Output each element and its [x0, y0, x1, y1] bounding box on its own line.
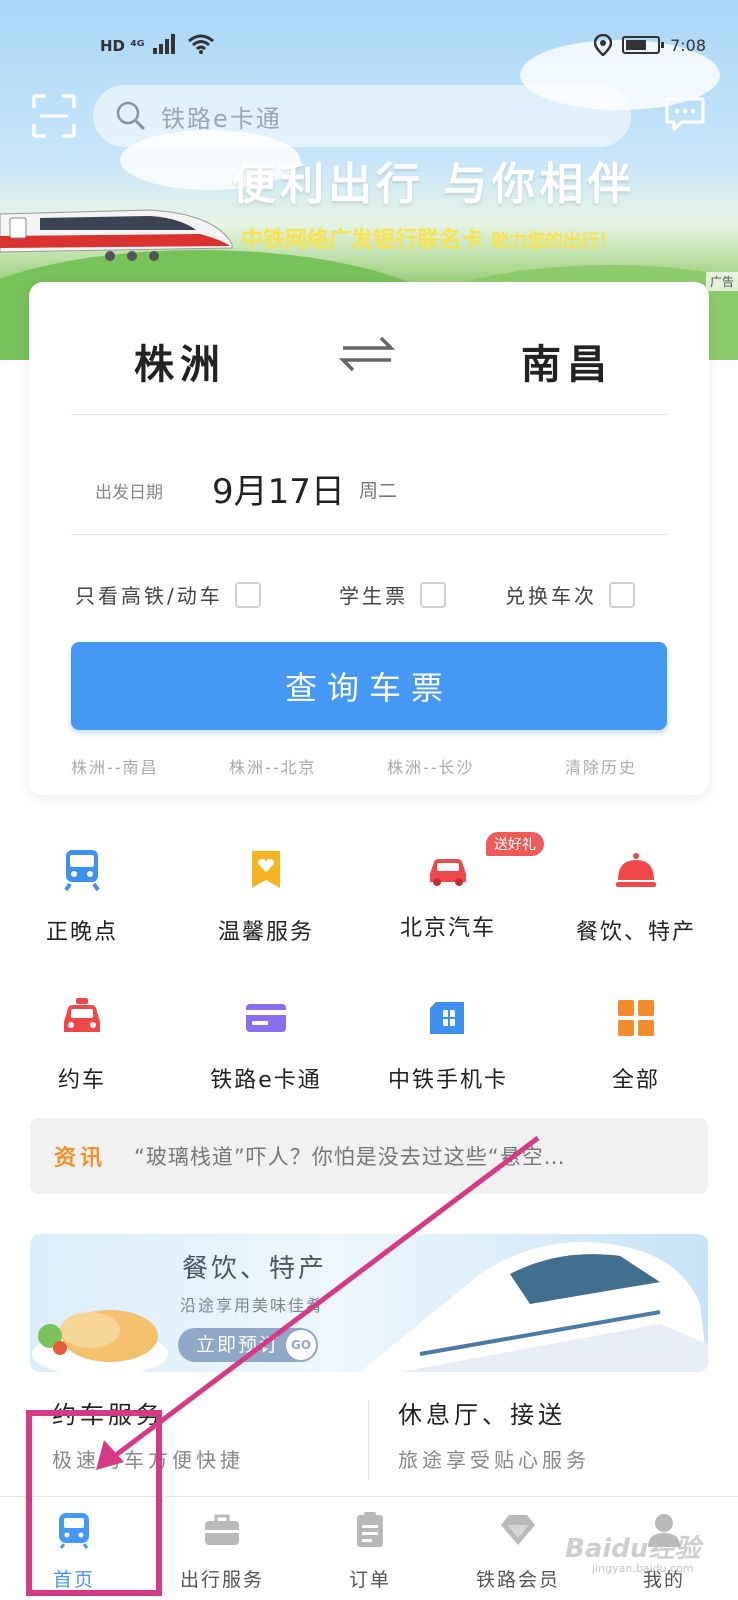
banner-subtitle-tail: 助力您的出行！	[491, 231, 618, 252]
weekday: 周二	[359, 480, 398, 502]
search-input[interactable]: 铁路e卡通	[93, 85, 631, 147]
card-subtitle: 旅途享受贴心服务	[398, 1448, 590, 1472]
exchange-checkbox[interactable]	[609, 581, 635, 608]
clear-history-link[interactable]: 清除历史	[565, 754, 637, 778]
search-placeholder: 铁路e卡通	[161, 104, 282, 133]
service-label: 正晚点	[45, 920, 118, 945]
option-label: 学生票	[339, 584, 408, 608]
sim-card-icon	[430, 1002, 464, 1034]
history-item[interactable]: 株洲--北京	[229, 754, 317, 778]
banner-subtitle-main: 中铁网络广发银行联名卡	[241, 228, 484, 253]
grid-icon	[618, 1000, 654, 1036]
card-icon	[246, 1004, 286, 1032]
ticket-search-card: 株洲 南昌 出发日期 9月17日 周二 只看高铁/动车 学生票 兑换车次 查询车…	[29, 282, 709, 795]
news-ticker[interactable]: 资讯 “玻璃栈道”吓人？你怕是没去过这些“悬空…	[30, 1118, 708, 1194]
banner-title: 便利出行 与你相伴	[232, 159, 636, 210]
history-item[interactable]: 株洲--南昌	[71, 754, 159, 778]
date-label: 出发日期	[95, 483, 163, 503]
book-now-label: 立即预订	[196, 1334, 281, 1356]
tab-orders[interactable]: 订单	[296, 1511, 444, 1592]
banner-train-illustration	[0, 209, 233, 261]
food-cover-icon	[616, 853, 656, 887]
search-icon	[116, 101, 146, 131]
network-indicator: HD ⁴ᴳ	[100, 34, 215, 55]
lounge-service-card[interactable]: 休息厅、接送 旅途享受贴心服务	[398, 1395, 728, 1495]
to-city[interactable]: 南昌	[521, 332, 613, 390]
tab-label: 订单	[348, 1569, 391, 1591]
service-label: 铁路e卡通	[210, 1068, 322, 1093]
signal-icon	[152, 34, 175, 54]
service-sim[interactable]: 中铁手机卡	[368, 996, 528, 1094]
train-icon	[64, 850, 100, 892]
order-icon	[357, 1512, 383, 1547]
service-label: 中铁手机卡	[387, 1068, 508, 1093]
student-checkbox[interactable]	[420, 581, 446, 608]
swap-icon[interactable]	[335, 334, 399, 374]
option-label: 只看高铁/动车	[75, 584, 223, 608]
location-icon	[594, 34, 613, 56]
service-label: 餐饮、特产	[575, 920, 696, 945]
food-promo-banner[interactable]: 餐饮、特产 沿途享用美味佳肴 立即预订 GO	[30, 1234, 708, 1372]
clock: 7:08	[670, 35, 706, 55]
bookmark-heart-icon	[252, 851, 280, 888]
tab-travel-services[interactable]: 出行服务	[148, 1511, 296, 1592]
tab-label: 铁路会员	[475, 1569, 560, 1591]
book-now-button[interactable]: 立即预订 GO	[178, 1328, 318, 1362]
option-student[interactable]: 学生票	[339, 580, 446, 609]
option-label: 兑换车次	[505, 584, 597, 608]
taxi-icon	[64, 998, 100, 1032]
card-title: 休息厅、接送	[398, 1401, 566, 1429]
service-label: 全部	[611, 1068, 660, 1093]
network-label: HD ⁴ᴳ	[100, 37, 145, 55]
car-icon	[430, 859, 466, 886]
status-bar: HD ⁴ᴳ 7:08	[0, 28, 738, 64]
banner-subtitle: 中铁网络广发银行联名卡 助力您的出行！	[241, 222, 617, 254]
service-food[interactable]: 餐饮、特产	[556, 848, 716, 946]
food-illustration	[32, 1310, 168, 1372]
gift-badge: 送好礼	[486, 832, 544, 856]
divider	[71, 534, 667, 535]
bullet-train-illustration	[360, 1242, 708, 1372]
news-headline[interactable]: “玻璃栈道”吓人？你怕是没去过这些“悬空…	[134, 1141, 674, 1171]
from-city[interactable]: 株洲	[134, 332, 226, 390]
watermark-logo: Baidu经验	[565, 1534, 701, 1564]
service-ecard[interactable]: 铁路e卡通	[186, 996, 346, 1094]
divider	[71, 414, 667, 415]
scan-icon[interactable]	[32, 94, 76, 138]
go-badge: GO	[286, 1330, 316, 1360]
high-speed-checkbox[interactable]	[234, 581, 261, 608]
service-label: 温馨服务	[217, 920, 314, 945]
divider	[368, 1400, 369, 1480]
option-exchange[interactable]: 兑换车次	[505, 580, 635, 609]
message-icon[interactable]	[664, 96, 706, 132]
news-tag: 资讯	[54, 1146, 107, 1171]
service-care[interactable]: 温馨服务	[186, 848, 346, 946]
date-value[interactable]: 9月17日	[212, 464, 345, 513]
battery-icon	[622, 36, 665, 54]
promo-subtitle: 沿途享用美味佳肴	[180, 1296, 325, 1315]
watermark-url: jingyan.baidu.com	[592, 1562, 694, 1575]
annotation-highlight-box	[26, 1410, 162, 1596]
status-right: 7:08	[594, 34, 706, 56]
history-item[interactable]: 株洲--长沙	[387, 754, 475, 778]
service-taxi[interactable]: 约车	[2, 996, 162, 1094]
wifi-icon	[188, 34, 214, 54]
ad-tag: 广告	[705, 272, 738, 291]
diamond-icon	[501, 1515, 535, 1545]
service-on-time[interactable]: 正晚点	[2, 848, 162, 946]
tab-label: 出行服务	[179, 1569, 264, 1591]
promo-title: 餐饮、特产	[182, 1254, 328, 1284]
service-label: 北京汽车	[399, 916, 496, 941]
briefcase-icon	[205, 1514, 239, 1545]
service-all[interactable]: 全部	[556, 996, 716, 1094]
service-label: 约车	[57, 1068, 106, 1093]
option-high-speed[interactable]: 只看高铁/动车	[75, 580, 261, 609]
query-tickets-button[interactable]: 查询车票	[71, 642, 667, 730]
service-beijing-auto[interactable]: 送好礼 北京汽车	[368, 832, 544, 942]
